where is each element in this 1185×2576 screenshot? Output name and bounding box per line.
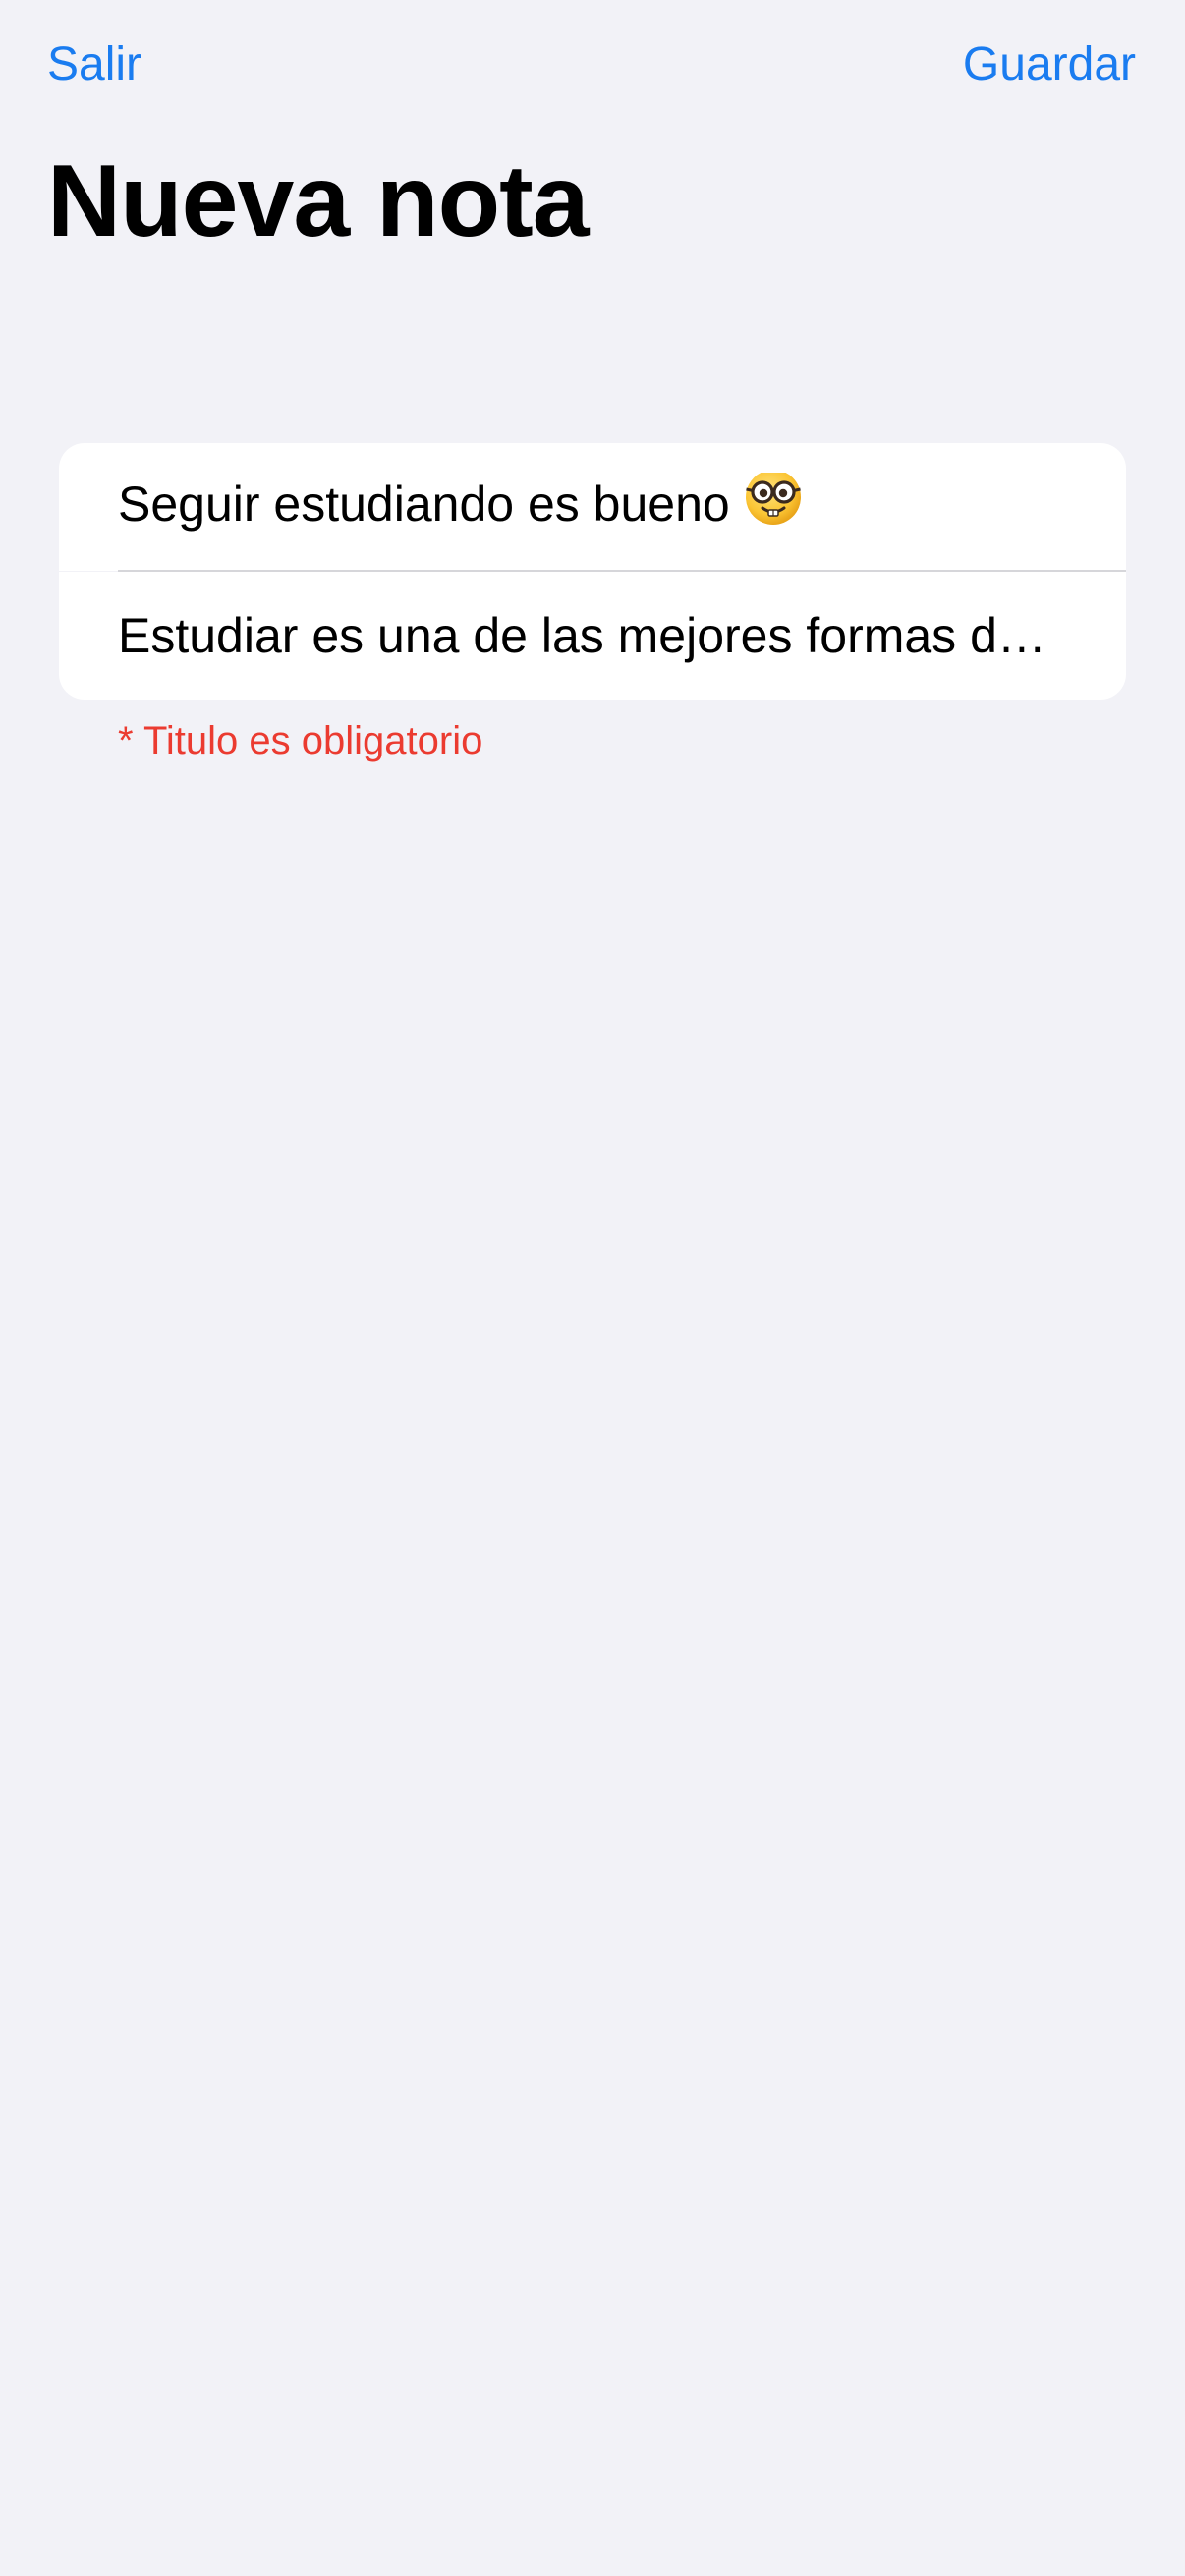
page-title: Nueva nota (47, 144, 590, 258)
note-body-field[interactable]: Estudiar es una de las mejores formas de… (59, 572, 1126, 700)
guardar-button[interactable]: Guardar (963, 29, 1136, 100)
salir-button[interactable]: Salir (47, 29, 141, 100)
nerd-face-icon (744, 473, 803, 540)
title-required-error: * Titulo es obligatorio (118, 719, 483, 762)
note-title-field[interactable]: Seguir estudiando es bueno (59, 443, 1126, 571)
note-title-value: Seguir estudiando es bueno (118, 473, 1067, 540)
note-body-value: Estudiar es una de las mejores formas de… (118, 608, 1067, 663)
